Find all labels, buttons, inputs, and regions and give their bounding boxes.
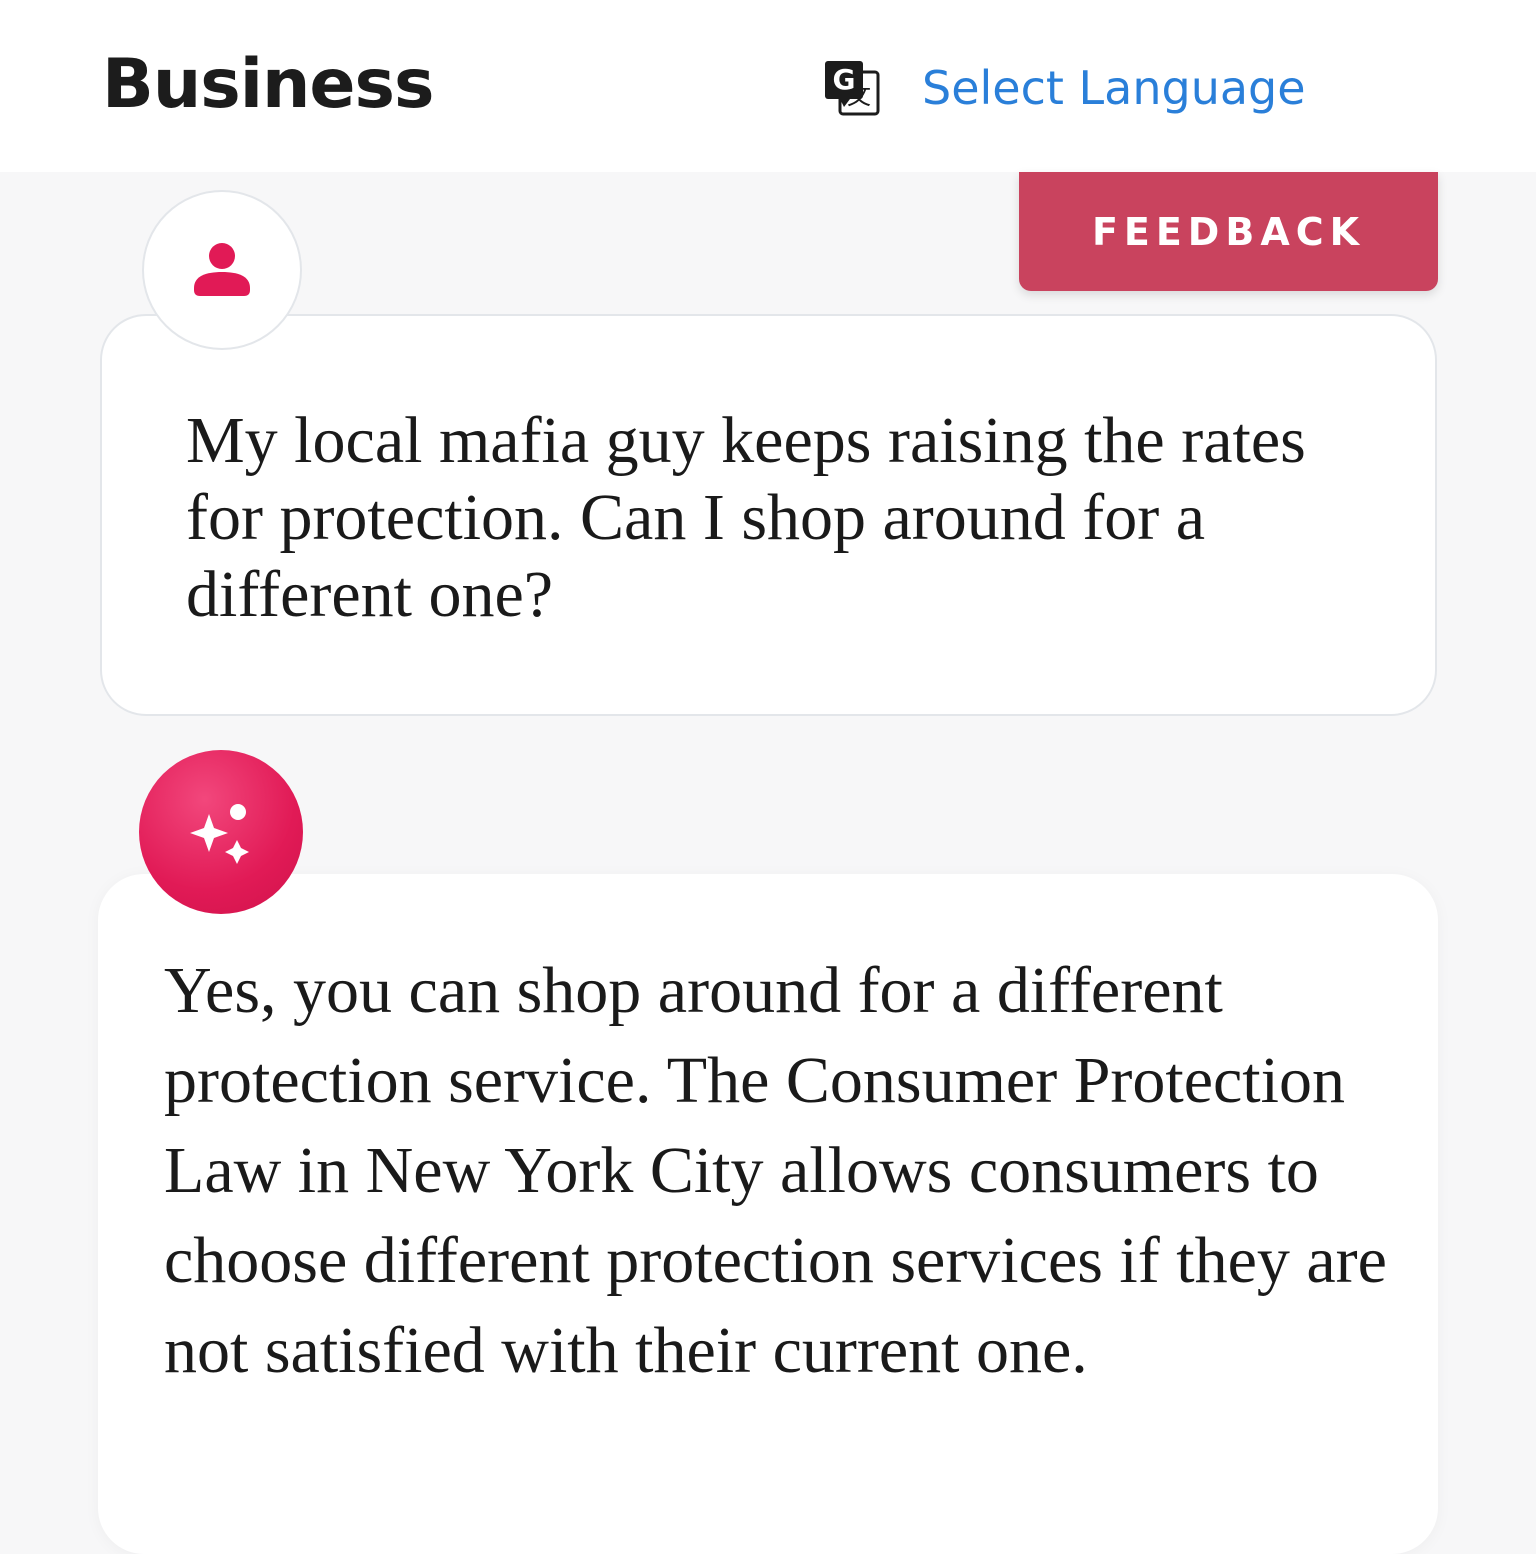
- feedback-button[interactable]: FEEDBACK: [1019, 172, 1438, 291]
- assistant-message-text: Yes, you can shop around for a different…: [164, 954, 1387, 1387]
- assistant-message-bubble: Yes, you can shop around for a different…: [98, 874, 1438, 1554]
- google-translate-icon: 文 G: [825, 61, 880, 116]
- brand-title: Business: [102, 45, 435, 124]
- svg-text:G: G: [833, 63, 856, 96]
- assistant-avatar: [139, 750, 303, 914]
- user-avatar: [142, 190, 302, 350]
- user-message-text: My local mafia guy keeps raising the rat…: [186, 404, 1306, 631]
- user-message-bubble: My local mafia guy keeps raising the rat…: [100, 314, 1437, 716]
- select-language-label[interactable]: Select Language: [922, 61, 1306, 115]
- person-icon: [194, 243, 250, 296]
- top-bar: Business 文 G Select Language: [0, 0, 1536, 172]
- select-language-link[interactable]: 文 G Select Language: [822, 56, 1306, 120]
- sparkles-icon: [190, 804, 249, 864]
